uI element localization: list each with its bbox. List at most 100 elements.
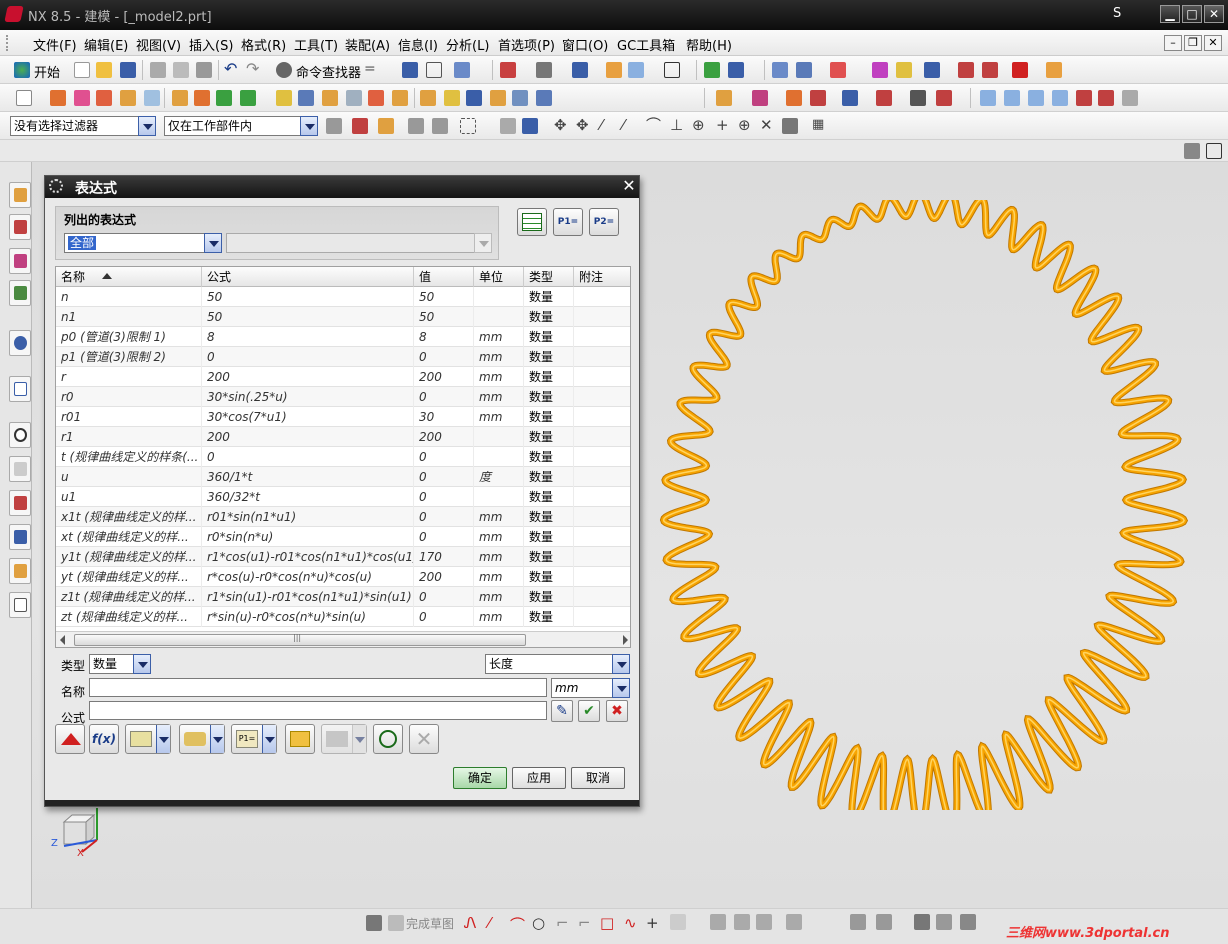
spreadsheet-edit-button[interactable] [517,208,547,236]
scroll-right-icon[interactable] [623,635,628,645]
name-input[interactable] [89,678,547,697]
dialog-close-button[interactable]: ✕ [621,178,637,194]
fill-icon[interactable] [1052,90,1068,106]
emboss-icon[interactable] [512,90,528,106]
table-row[interactable]: xt (规律曲线定义的样... r0*sin(n*u) 0 mm 数量 [56,527,630,547]
table-row[interactable]: r1 200 200 数量 [56,427,630,447]
datum-icon[interactable] [216,90,232,106]
snap-center-icon[interactable]: ⊕ [692,118,708,134]
snap-icon[interactable] [872,62,888,78]
clock-icon[interactable] [9,422,31,448]
filter-icon[interactable] [326,118,342,134]
table-row[interactable]: zt (规律曲线定义的样... r*sin(u)-r0*cos(n*u)*sin(… [56,607,630,627]
trim-icon[interactable] [420,90,436,106]
column-header-formula[interactable]: 公式 [202,267,414,287]
line-icon[interactable]: ⁄ [488,914,504,932]
full-screen-icon[interactable] [1206,143,1222,159]
view-icon[interactable] [628,62,644,78]
draft-icon[interactable] [466,90,482,106]
reuse-library-icon[interactable] [9,280,31,306]
unit-dropdown[interactable]: mm [551,678,630,698]
bridge-icon[interactable] [1098,90,1114,106]
ok-button[interactable]: 确定 [453,767,507,789]
point-icon[interactable] [240,90,256,106]
table-row[interactable]: y1t (规律曲线定义的样... r1*cos(u1)-r01*cos(n1*u1… [56,547,630,567]
snap-cross-icon[interactable]: + [716,118,732,134]
orient-icon[interactable] [704,62,720,78]
snap-face-icon[interactable] [782,118,798,134]
wcs-icon[interactable] [830,62,846,78]
finish-sketch-button[interactable]: 完成草图 [406,915,454,932]
snap-endpoint-icon[interactable]: ✥ [554,118,570,134]
finish-sketch-icon[interactable] [388,915,404,931]
check2-icon[interactable] [982,62,998,78]
snap-mid-icon[interactable]: ✥ [576,118,592,134]
mesh-icon[interactable] [1004,90,1020,106]
gear-icon[interactable] [49,179,63,193]
subtract-icon[interactable] [194,90,210,106]
menu-window[interactable]: 窗口(O) [562,35,608,54]
extension-icon[interactable] [1122,90,1138,106]
window-icon[interactable] [426,62,442,78]
alternate-solution-icon[interactable] [960,914,976,930]
spring-coil[interactable] [660,200,1187,810]
table-row[interactable]: r 200 200 mm 数量 [56,367,630,387]
layer-settings-icon[interactable] [772,62,788,78]
accept-edit-icon[interactable]: ✔ [578,700,600,722]
edge-icon[interactable] [606,62,622,78]
thread-icon[interactable] [490,90,506,106]
doc-minimize-button[interactable]: – [1164,35,1182,51]
move-component-icon[interactable] [810,90,826,106]
auto-constrain-icon[interactable] [876,914,892,930]
menu-preferences[interactable]: 首选项(P) [498,35,555,54]
import-expressions-button[interactable]: P1= [553,208,583,236]
selection-icon[interactable] [402,62,418,78]
sweep-icon[interactable] [1028,90,1044,106]
sketch-icon[interactable] [16,90,32,106]
export-expressions-button[interactable]: P2= [589,208,619,236]
assembly-navigator-icon[interactable] [9,182,31,208]
circle-icon[interactable]: ○ [532,914,548,932]
menu-view[interactable]: 视图(V) [136,35,181,54]
doc-close-button[interactable]: ✕ [1204,35,1222,51]
measure-icon[interactable] [896,62,912,78]
column-header-unit[interactable]: 单位 [474,267,524,287]
create-expression-button[interactable] [55,724,85,754]
dimension-dropdown[interactable]: 长度 [485,654,630,674]
start-icon[interactable] [14,62,30,78]
layer-icon[interactable] [454,62,470,78]
roles-icon[interactable] [9,558,31,584]
dimension-icon[interactable] [786,914,802,930]
select-feature-icon[interactable] [432,118,448,134]
extrude-icon[interactable] [50,90,66,106]
start-button[interactable]: 开始 [34,62,60,81]
move-layer-icon[interactable] [796,62,812,78]
point-sketch-icon[interactable]: + [646,914,662,932]
snap-curve-icon[interactable]: ⁄ [622,118,638,134]
snap-arc-icon[interactable]: ⌒ [646,118,662,134]
table-row[interactable]: r0 30*sin(.25*u) 0 mm 数量 [56,387,630,407]
column-header-type[interactable]: 类型 [524,267,574,287]
column-header-name[interactable]: 名称 [56,267,202,287]
scroll-thumb[interactable] [74,633,526,646]
sphere-icon[interactable] [144,90,160,106]
redo-icon[interactable]: ↷ [246,61,262,78]
system-scene-icon[interactable] [9,592,31,618]
shade-icon[interactable] [572,62,588,78]
function-button[interactable]: f(x) [89,724,119,754]
constraint-navigator-icon[interactable] [9,214,31,240]
rectangle-icon[interactable]: □ [600,914,616,932]
pattern-icon[interactable] [392,90,408,106]
edge-blend-icon[interactable] [298,90,314,106]
chamfer-icon[interactable] [322,90,338,106]
undo-icon[interactable]: ↶ [224,61,240,78]
save-icon[interactable] [120,62,136,78]
menu-tools[interactable]: 工具(T) [294,35,338,54]
table-row[interactable]: t (规律曲线定义的样条(... 0 0 数量 [56,447,630,467]
menu-edit[interactable]: 编辑(E) [84,35,128,54]
menu-gc-toolbox[interactable]: GC工具箱 [617,35,675,54]
cut-icon[interactable] [150,62,166,78]
corner-icon[interactable] [756,914,772,930]
menu-file[interactable]: 文件(F) [33,35,77,54]
block-icon[interactable] [96,90,112,106]
